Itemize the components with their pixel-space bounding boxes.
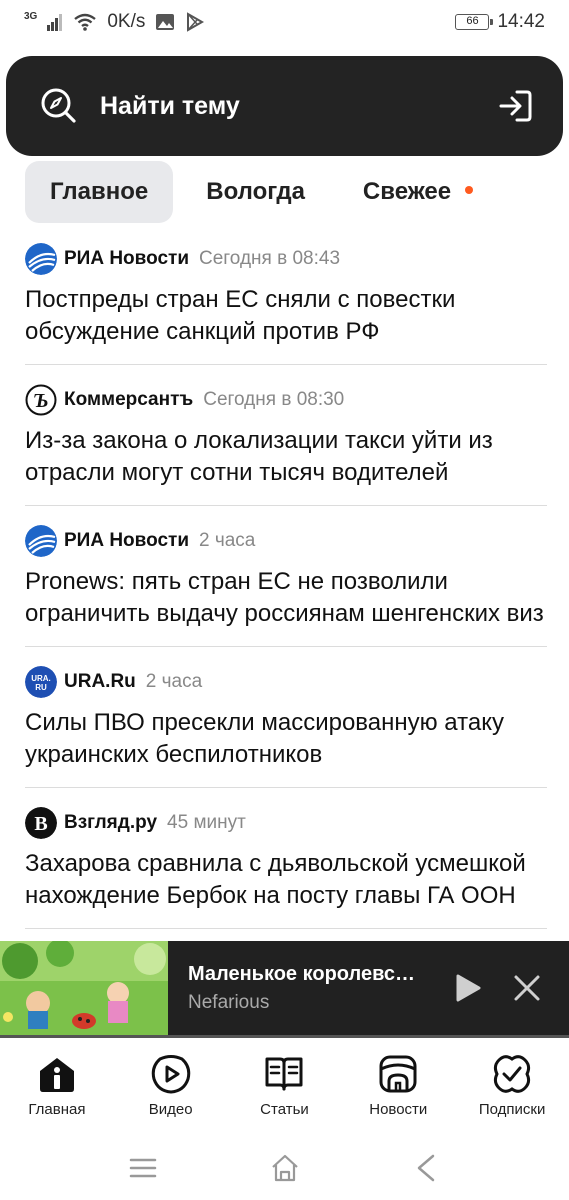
publish-time: Сегодня в 08:43	[199, 248, 341, 269]
clock: 14:42	[497, 11, 545, 32]
tab-vologda[interactable]: Вологда	[181, 161, 330, 223]
ura-ru-logo-icon: URA. RU	[25, 666, 57, 698]
home-icon	[39, 1058, 74, 1092]
source-name[interactable]: Взгляд.ру	[64, 812, 157, 834]
nav-item-articles[interactable]: Статьи	[229, 1053, 339, 1118]
tab-main[interactable]: Главное	[25, 161, 174, 223]
news-headline[interactable]: Pronews: пять стран ЕС не позволили огра…	[25, 566, 547, 630]
source-name[interactable]: РИА Новости	[64, 248, 189, 270]
close-icon[interactable]	[509, 970, 545, 1006]
svg-text:URA.: URA.	[31, 674, 51, 683]
source-name[interactable]: Коммерсантъ	[64, 389, 193, 411]
news-source: URA. RU URA.Ru 2 часа	[25, 666, 547, 698]
news-item[interactable]: B Взгляд.ру 45 минут Захарова сравнила с…	[25, 802, 547, 929]
nav-item-news[interactable]: Новости	[343, 1053, 453, 1118]
tab-fresh[interactable]: Свежее	[338, 161, 498, 223]
menu-icon[interactable]	[127, 1152, 159, 1184]
video-thumbnail[interactable]	[0, 941, 168, 1035]
tab-label: Свежее	[362, 178, 452, 205]
player-title[interactable]: Маленькое королевс…	[188, 963, 449, 986]
news-headline[interactable]: Силы ПВО пресекли массированную атаку ук…	[25, 707, 547, 771]
nav-label: Статьи	[260, 1101, 309, 1118]
back-icon[interactable]	[411, 1152, 443, 1184]
home-button-icon[interactable]	[269, 1152, 301, 1184]
play-store-icon	[187, 12, 205, 32]
nav-item-home[interactable]: Главная	[2, 1053, 112, 1118]
nav-label: Главная	[28, 1101, 86, 1118]
video-icon	[151, 1055, 190, 1094]
svg-text:RU: RU	[35, 683, 47, 692]
source-name[interactable]: РИА Новости	[64, 530, 189, 552]
vzglyad-logo-icon: B	[25, 807, 57, 839]
battery-icon: 66	[455, 14, 494, 30]
news-headline[interactable]: Из-за закона о локализации такси уйти из…	[25, 425, 547, 489]
nav-item-subscriptions[interactable]: Подписки	[457, 1053, 567, 1118]
search-bar[interactable]: Найти тему	[6, 56, 563, 156]
svg-text:B: B	[34, 813, 47, 835]
gallery-icon	[156, 14, 175, 30]
status-bar: 3G 0K/s 66 14:42	[0, 0, 569, 44]
signal-icon	[47, 14, 63, 31]
nav-label: Новости	[369, 1101, 428, 1118]
news-source: B Взгляд.ру 45 минут	[25, 807, 547, 839]
bottom-navigation: Главная Видео Статьи Новости Подписки	[0, 1045, 569, 1130]
news-source: РИА Новости Сегодня в 08:43	[25, 243, 547, 275]
news-source: РИА Новости 2 часа	[25, 525, 547, 557]
play-icon[interactable]	[449, 970, 485, 1006]
player-subtitle: Nefarious	[188, 991, 270, 1013]
publish-time: 2 часа	[145, 671, 203, 692]
publish-time: Сегодня в 08:30	[203, 389, 345, 410]
search-placeholder[interactable]: Найти тему	[100, 92, 497, 121]
tab-label: Вологда	[206, 178, 305, 205]
wifi-icon	[74, 13, 97, 31]
network-speed: 0K/s	[107, 11, 146, 32]
news-headline[interactable]: Захарова сравнила с дьявольской усмешкой…	[25, 848, 547, 912]
login-icon[interactable]	[497, 88, 533, 124]
publish-time: 45 минут	[167, 812, 246, 833]
mini-player[interactable]: Маленькое королевс… Nefarious	[0, 941, 569, 1035]
news-feed: РИА Новости Сегодня в 08:43 Постпреды ст…	[25, 238, 547, 940]
articles-icon	[265, 1057, 303, 1091]
subscriptions-icon	[493, 1055, 531, 1093]
news-item[interactable]: URA. RU URA.Ru 2 часа Силы ПВО пресекли …	[25, 661, 547, 788]
news-icon	[379, 1055, 417, 1093]
ria-novosti-logo-icon	[25, 243, 57, 275]
nav-label: Видео	[148, 1101, 193, 1118]
nav-label: Подписки	[478, 1101, 546, 1118]
tab-label: Главное	[50, 178, 149, 205]
news-headline[interactable]: Постпреды стран ЕС сняли с повестки обсу…	[25, 284, 547, 348]
svg-text:Ъ: Ъ	[33, 390, 48, 412]
news-item[interactable]: Ъ Коммерсантъ Сегодня в 08:30 Из-за зако…	[25, 379, 547, 506]
news-item[interactable]: РИА Новости Сегодня в 08:43 Постпреды ст…	[25, 238, 547, 365]
news-source: Ъ Коммерсантъ Сегодня в 08:30	[25, 384, 547, 416]
kommersant-logo-icon: Ъ	[25, 384, 57, 416]
nav-item-video[interactable]: Видео	[116, 1053, 226, 1118]
player-info[interactable]: Маленькое королевс… Nefarious	[168, 963, 449, 1014]
player-progress-track	[0, 1035, 569, 1038]
news-item[interactable]: РИА Новости 2 часа Pronews: пять стран Е…	[25, 520, 547, 647]
new-indicator-dot	[465, 186, 474, 194]
compass-search-icon	[41, 88, 76, 123]
feed-tabs: Главное Вологда Свежее	[25, 161, 506, 223]
network-type: 3G	[24, 10, 38, 22]
publish-time: 2 часа	[199, 530, 256, 551]
system-navigation-bar	[0, 1140, 569, 1196]
source-name[interactable]: URA.Ru	[64, 671, 136, 693]
ria-novosti-logo-icon	[25, 525, 57, 557]
